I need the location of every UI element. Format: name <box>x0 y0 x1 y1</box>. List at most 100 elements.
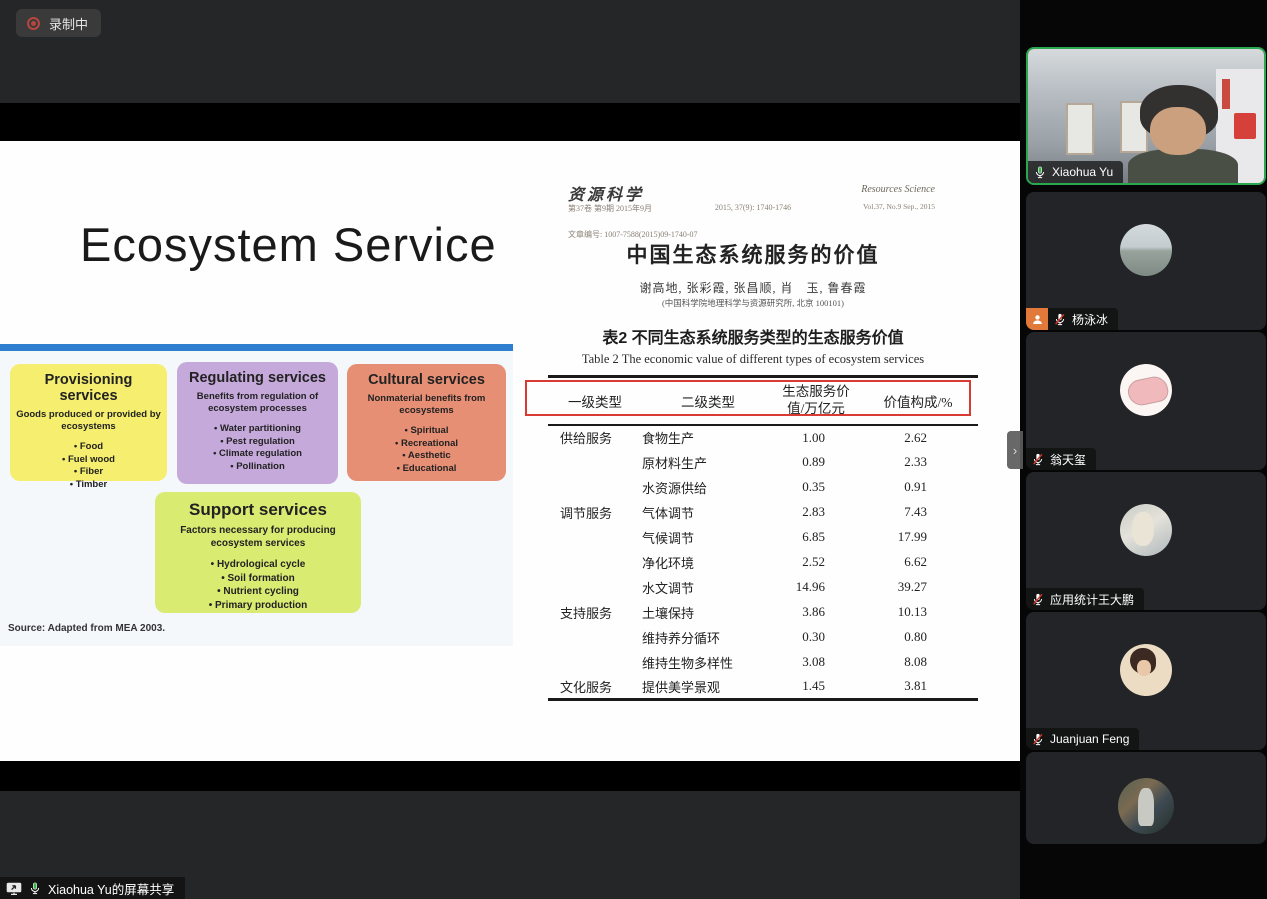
table-cell: 0.35 <box>774 475 858 500</box>
table-cell: 3.08 <box>774 650 858 675</box>
list-item: Water partitioning <box>183 423 332 436</box>
table-cell: 7.43 <box>858 500 978 525</box>
box-subtitle: Benefits from regulation of ecosystem pr… <box>183 391 332 415</box>
table-cell: 2.83 <box>774 500 858 525</box>
table-cell: 1.00 <box>774 425 858 450</box>
table-cell: 供给服务 <box>548 425 642 450</box>
table-cell <box>548 550 642 575</box>
list-item: Soil formation <box>161 572 355 586</box>
table-row: 水文调节14.9639.27 <box>548 575 978 600</box>
paper-affiliation: (中国科学院地理科学与资源研究所, 北京 100101) <box>528 297 978 309</box>
table-row: 原材料生产0.892.33 <box>548 450 978 475</box>
participant-name-tag: Juanjuan Feng <box>1026 728 1139 750</box>
table-cell: 0.89 <box>774 450 858 475</box>
slide-title: Ecosystem Service <box>80 217 497 272</box>
table-cell <box>548 450 642 475</box>
cultural-services-box: Cultural services Nonmaterial benefits f… <box>347 364 506 481</box>
list-item: Food <box>16 441 161 454</box>
table-row: 文化服务提供美学景观1.453.81 <box>548 675 978 700</box>
table-cell: 14.96 <box>774 575 858 600</box>
table-cell: 气体调节 <box>642 500 774 525</box>
shared-screen-stage: 录制中 Ecosystem Service Provisioning servi… <box>0 0 1020 899</box>
list-item: Climate regulation <box>183 448 332 461</box>
table-cell: 净化环境 <box>642 550 774 575</box>
screen-share-icon <box>6 882 22 895</box>
list-item: Spiritual <box>353 425 500 438</box>
ecosystem-value-table: 一级类型 二级类型 生态服务价 值/万亿元 价值构成/% 供给服务食物生产1.0… <box>548 375 978 701</box>
table-cell: 0.30 <box>774 625 858 650</box>
participant-tile-xiaohua-yu[interactable]: Xiaohua Yu <box>1026 47 1266 185</box>
participant-name-tag: 杨泳冰 <box>1048 308 1118 330</box>
table-cell: 3.81 <box>858 675 978 700</box>
table-title-en: Table 2 The economic value of different … <box>528 352 978 367</box>
list-item: Educational <box>353 463 500 476</box>
table-cell: 提供美学景观 <box>642 675 774 700</box>
screen-share-banner: Xiaohua Yu的屏幕共享 <box>0 877 185 899</box>
table-cell: 支持服务 <box>548 600 642 625</box>
table-cell <box>548 625 642 650</box>
mic-muted-icon <box>1032 733 1044 746</box>
list-item: Primary production <box>161 599 355 613</box>
list-item: Recreational <box>353 438 500 451</box>
mic-on-icon <box>29 882 41 895</box>
sidebar-collapse-button[interactable]: › <box>1007 431 1023 469</box>
table-title-cn: 表2 不同生态系统服务类型的生态服务价值 <box>528 324 978 348</box>
mic-on-icon <box>1034 166 1046 179</box>
participants-sidebar: Xiaohua Yu 杨泳冰 <box>1020 0 1267 899</box>
box-items: SpiritualRecreationalAestheticEducationa… <box>353 425 500 476</box>
list-item: Nutrient cycling <box>161 585 355 599</box>
participant-name: Xiaohua Yu <box>1052 165 1113 179</box>
avatar <box>1120 504 1172 556</box>
table-row: 维持生物多样性3.088.08 <box>548 650 978 675</box>
recording-indicator: 录制中 <box>16 9 101 37</box>
table-cell: 文化服务 <box>548 675 642 700</box>
table-cell: 3.86 <box>774 600 858 625</box>
recording-label: 录制中 <box>49 14 88 33</box>
table-cell: 6.85 <box>774 525 858 550</box>
table-cell: 2.62 <box>858 425 978 450</box>
table-cell: 0.80 <box>858 625 978 650</box>
participant-tile-partial[interactable] <box>1026 752 1266 844</box>
table-row: 维持养分循环0.300.80 <box>548 625 978 650</box>
participant-tile-yangyongbing[interactable]: 杨泳冰 <box>1026 192 1266 330</box>
participant-tile-wengtianxi[interactable]: 翁天玺 <box>1026 332 1266 470</box>
participant-tile-juanjuan-feng[interactable]: Juanjuan Feng <box>1026 612 1266 750</box>
participant-name-tag: 应用统计王大鹏 <box>1026 588 1144 610</box>
person-silhouette <box>1150 107 1206 155</box>
box-items: Hydrological cycleSoil formationNutrient… <box>161 558 355 612</box>
table-row: 水资源供给0.350.91 <box>548 475 978 500</box>
table-cell: 土壤保持 <box>642 600 774 625</box>
table-cell <box>548 650 642 675</box>
table-cell: 维持生物多样性 <box>642 650 774 675</box>
table-cell: 调节服务 <box>548 500 642 525</box>
participant-name: 翁天玺 <box>1050 451 1086 468</box>
person-badge-icon <box>1026 308 1048 330</box>
participant-name: Juanjuan Feng <box>1050 732 1129 746</box>
chevron-right-icon: › <box>1013 443 1017 458</box>
table-cell: 17.99 <box>858 525 978 550</box>
red-highlight-box <box>525 380 971 416</box>
avatar <box>1120 644 1172 696</box>
table-cell: 水文调节 <box>642 575 774 600</box>
support-services-box: Support services Factors necessary for p… <box>155 492 361 613</box>
screen-share-label: Xiaohua Yu的屏幕共享 <box>48 879 174 898</box>
list-item: Timber <box>16 479 161 492</box>
table-cell <box>548 475 642 500</box>
table-cell: 水资源供给 <box>642 475 774 500</box>
box-title: Regulating services <box>183 370 332 386</box>
box-subtitle: Nonmaterial benefits from ecosystems <box>353 393 500 417</box>
source-note: Source: Adapted from MEA 2003. <box>8 623 165 634</box>
participant-name: 杨泳冰 <box>1072 311 1108 328</box>
provisioning-services-box: Provisioning services Goods produced or … <box>10 364 167 481</box>
table-row: 净化环境2.526.62 <box>548 550 978 575</box>
box-title: Cultural services <box>353 372 500 388</box>
journal-name-en: Resources Science <box>861 184 935 195</box>
list-item: Hydrological cycle <box>161 558 355 572</box>
avatar <box>1120 224 1172 276</box>
list-item: Aesthetic <box>353 450 500 463</box>
box-subtitle: Goods produced or provided by ecosystems <box>16 409 161 433</box>
participant-tile-wangdapeng[interactable]: 应用统计王大鹏 <box>1026 472 1266 610</box>
journal-issue-en: Vol.37, No.9 Sep., 2015 <box>863 202 935 211</box>
journal-name-cn: 资源科学 <box>568 181 644 205</box>
box-items: Water partitioningPest regulationClimate… <box>183 423 332 474</box>
